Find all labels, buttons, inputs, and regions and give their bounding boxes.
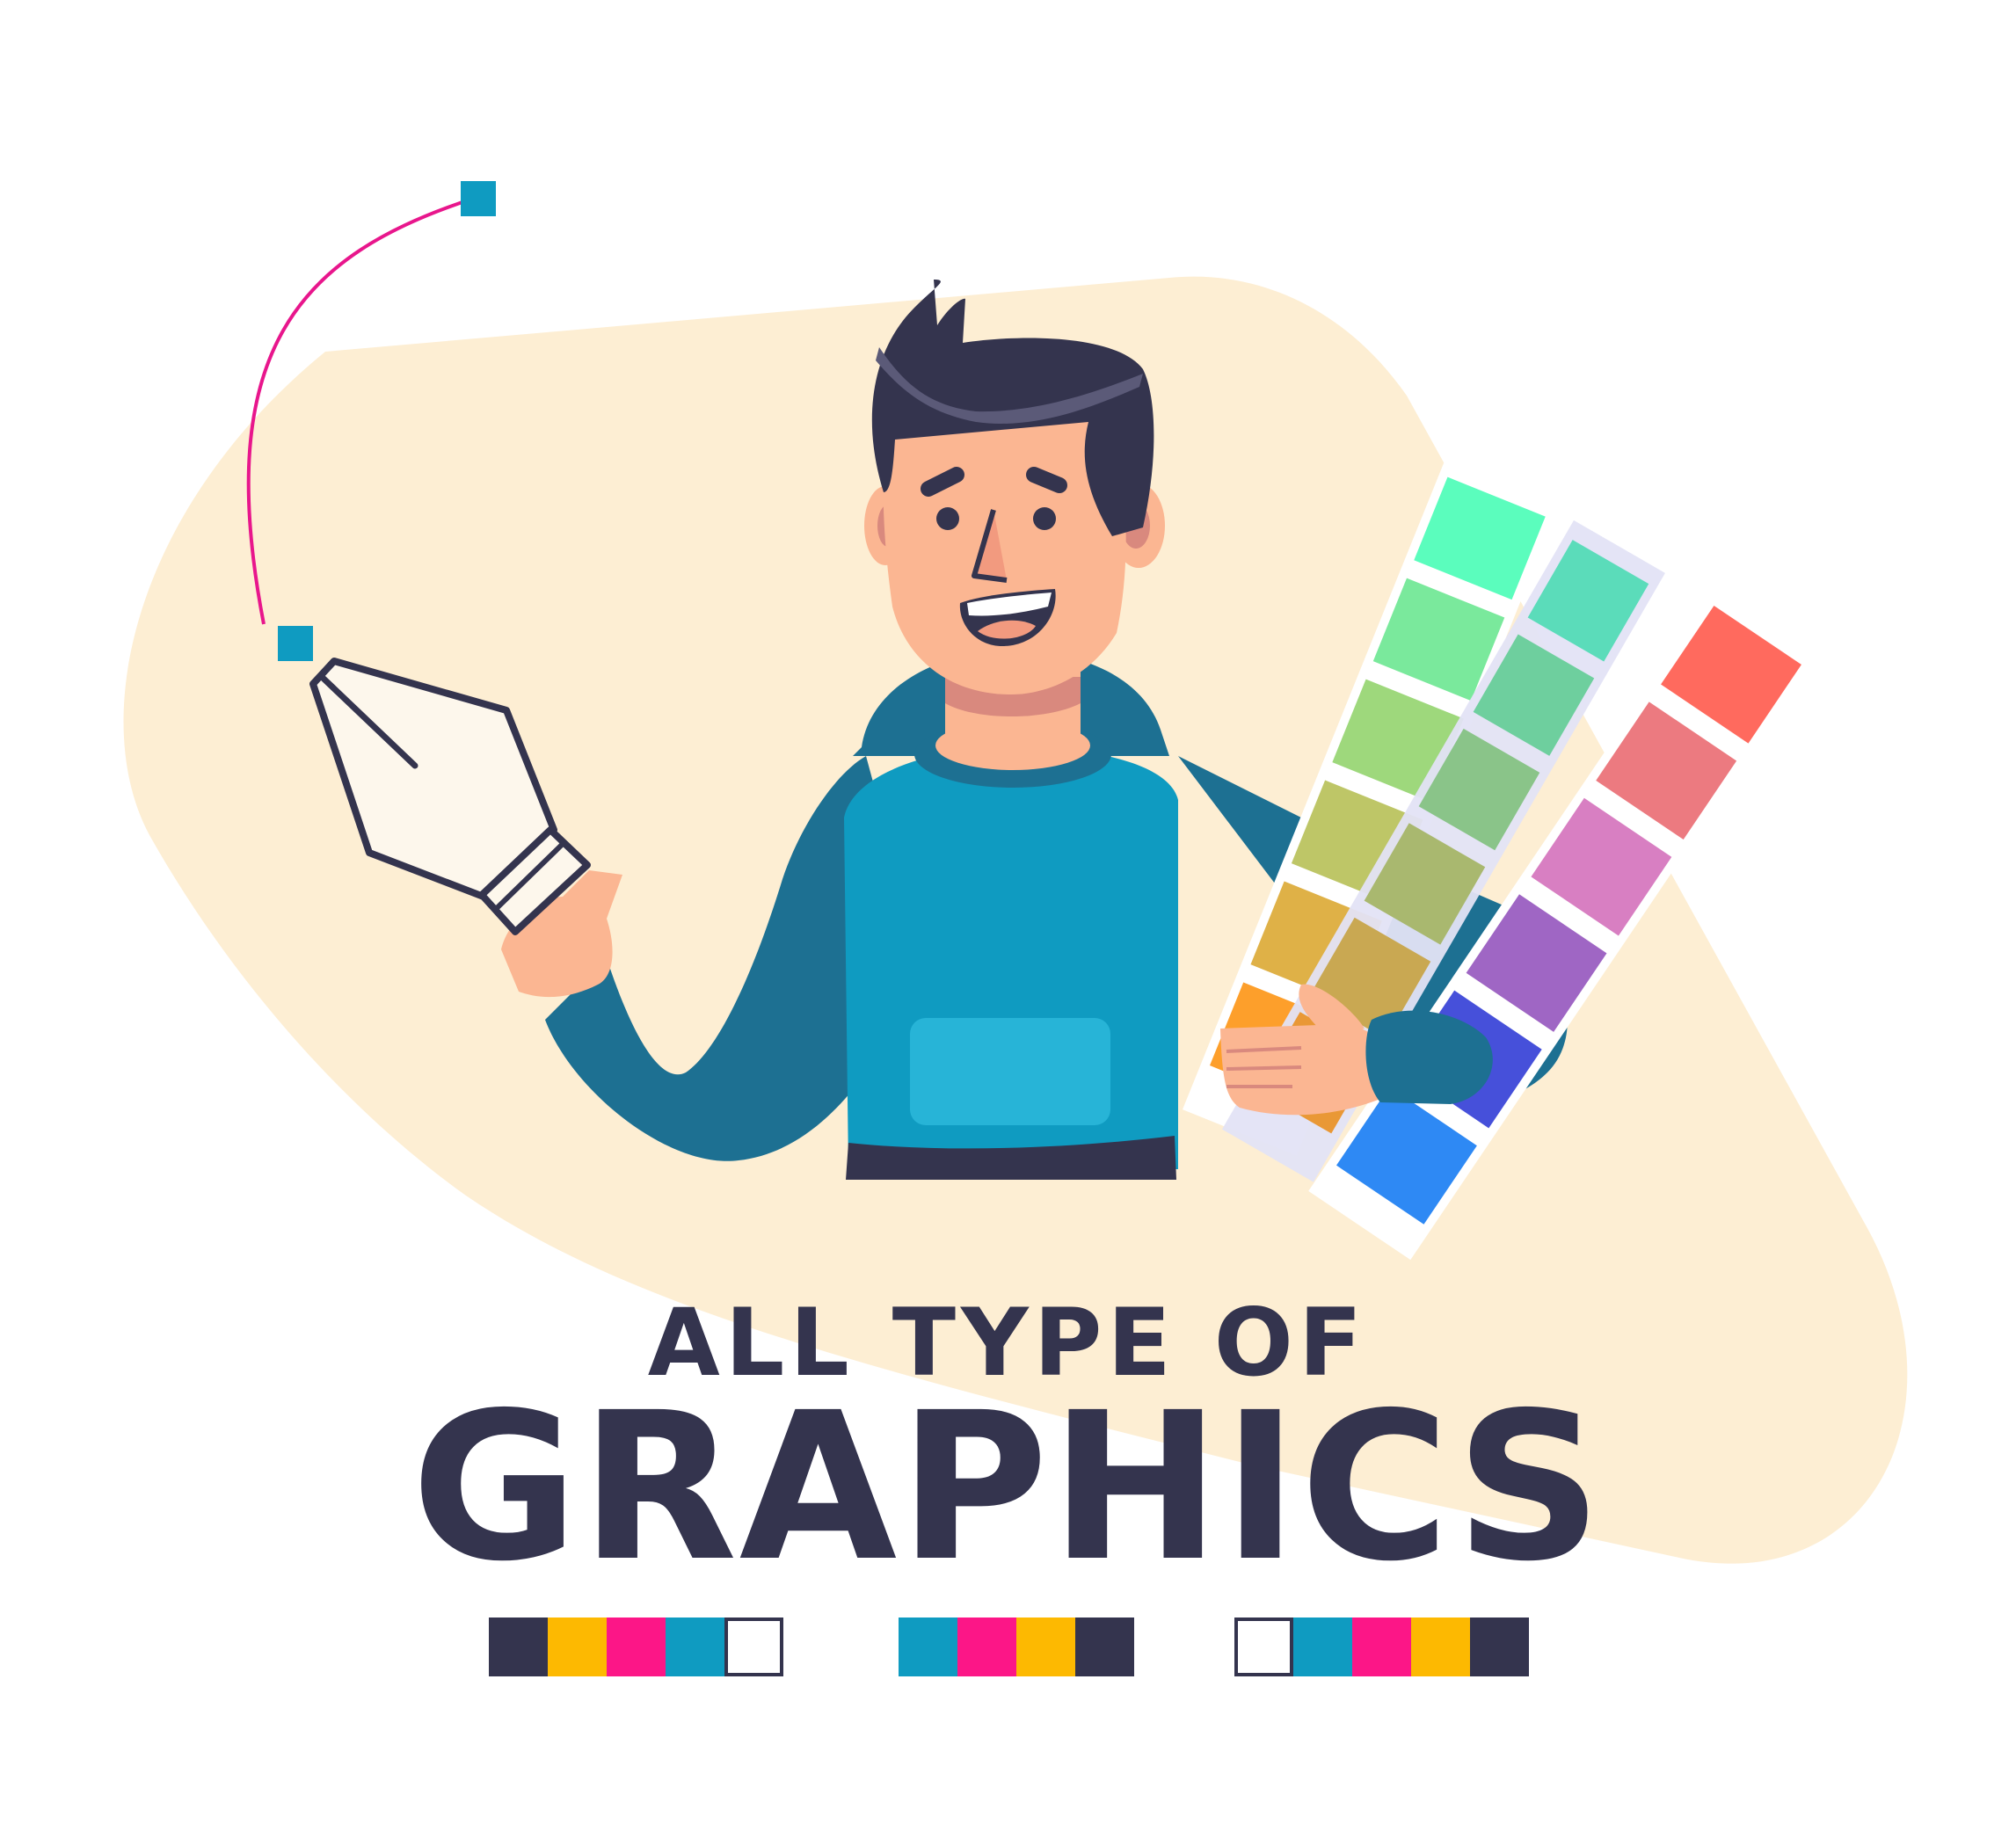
palette-swatch: [666, 1618, 724, 1676]
right-eyebrow: [1026, 467, 1067, 493]
palette-swatch: [1075, 1618, 1134, 1676]
headline-line2: GRAPHICS: [411, 1369, 1605, 1606]
palette-swatch: [1470, 1618, 1529, 1676]
anchor-point-top: [461, 181, 496, 216]
palette-swatch: [1352, 1618, 1411, 1676]
palette-swatch: [724, 1618, 783, 1676]
palette-swatch: [1411, 1618, 1470, 1676]
palette-swatch: [957, 1618, 1016, 1676]
palette-swatch: [548, 1618, 607, 1676]
hoodie-pocket: [910, 1018, 1110, 1125]
palette-group-2: [899, 1618, 1134, 1676]
palette-swatch: [1016, 1618, 1075, 1676]
palette-swatch: [1293, 1618, 1352, 1676]
left-eye: [936, 507, 959, 530]
palette-swatch: [899, 1618, 957, 1676]
anchor-point-bottom: [278, 626, 313, 661]
palette-group-1: [489, 1618, 783, 1676]
palette-swatch: [607, 1618, 666, 1676]
palette-swatch: [1234, 1618, 1293, 1676]
palette-group-3: [1234, 1618, 1529, 1676]
illustration: ALL TYPE OF GRAPHICS: [123, 181, 1908, 1676]
right-eye: [1033, 507, 1056, 530]
palette-swatch: [489, 1618, 548, 1676]
